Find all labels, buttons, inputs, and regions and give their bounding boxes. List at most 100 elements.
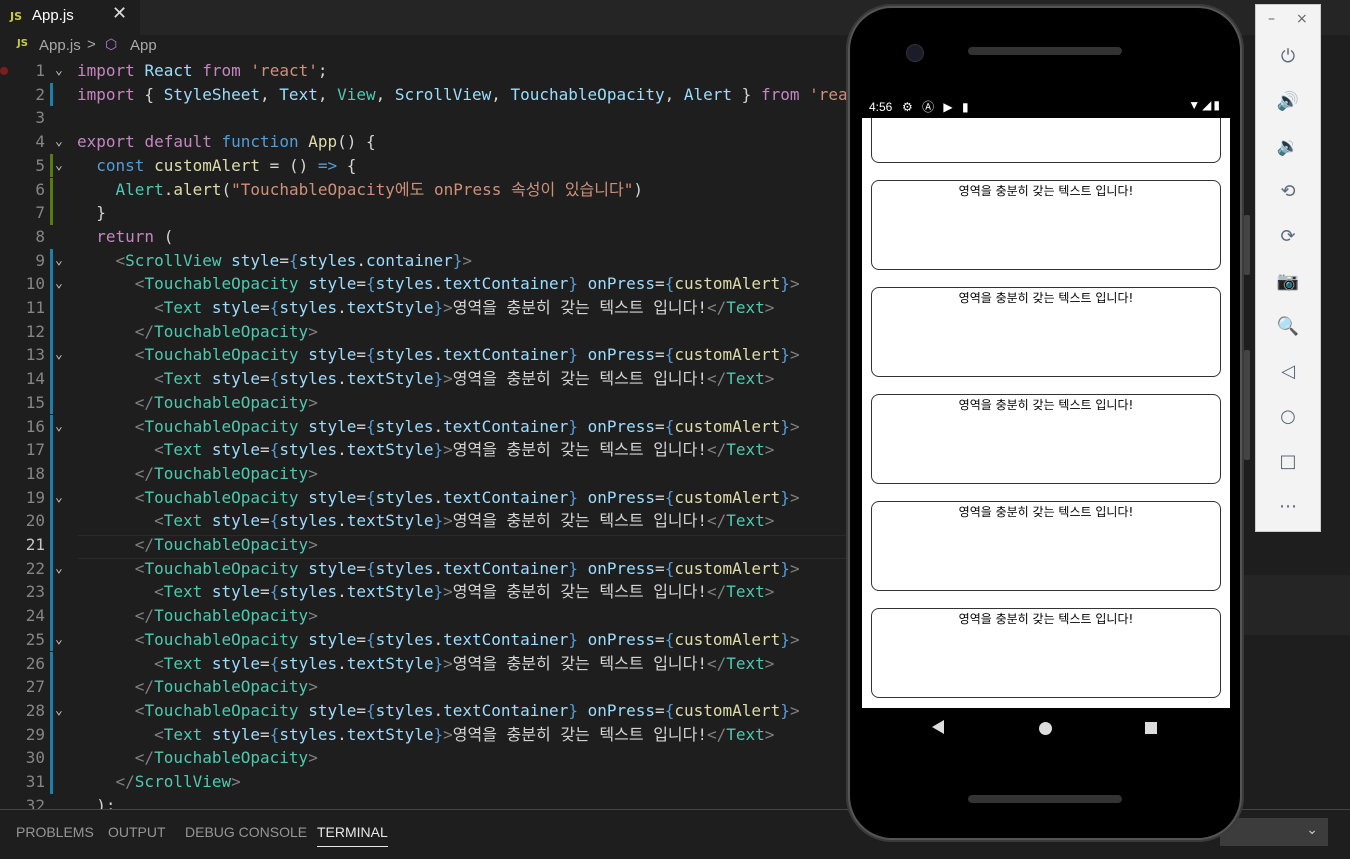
code-text: <TouchableOpacity style={styles.textCont… bbox=[134, 345, 800, 365]
line-number: 19 bbox=[25, 487, 45, 507]
line-number: 20 bbox=[25, 511, 45, 531]
tab-debug-console[interactable]: DEBUG CONSOLE bbox=[185, 824, 307, 840]
code-text: <Text style={styles.textStyle}>영역을 충분히 갖… bbox=[154, 369, 775, 389]
breadcrumb-file[interactable]: App.js bbox=[39, 37, 81, 54]
overview-icon[interactable]: □ bbox=[1276, 450, 1300, 474]
home-icon[interactable]: ○ bbox=[1276, 405, 1300, 429]
fold-chevron-icon[interactable]: ⌄ bbox=[55, 59, 63, 83]
fold-chevron-icon[interactable]: ⌄ bbox=[55, 154, 63, 178]
top-speaker bbox=[968, 47, 1122, 55]
git-gutter-marker bbox=[50, 770, 53, 794]
code-text: <TouchableOpacity style={styles.textCont… bbox=[134, 629, 800, 649]
more-icon[interactable]: ⋯ bbox=[1276, 495, 1300, 519]
code-text: const customAlert = () => { bbox=[96, 155, 357, 175]
emulator-toolbar: – × ⏻ 🔊 🔉 ⟲ ⟳ 📷 🔍 ◁ ○ □ ⋯ bbox=[1255, 4, 1321, 532]
back-icon[interactable] bbox=[932, 720, 944, 734]
code-text: import { StyleSheet, Text, View, ScrollV… bbox=[77, 84, 848, 104]
line-number: 13 bbox=[25, 345, 45, 365]
git-gutter-marker bbox=[50, 722, 53, 747]
volume-down-icon[interactable]: 🔉 bbox=[1276, 135, 1300, 159]
card-text: 영역을 충분히 갖는 텍스트 입니다! bbox=[958, 612, 1134, 626]
code-text: } bbox=[77, 203, 106, 223]
line-number: 6 bbox=[35, 179, 45, 199]
code-text: <Text style={styles.textStyle}>영역을 충분히 갖… bbox=[154, 440, 775, 460]
power-icon[interactable]: ⏻ bbox=[1276, 45, 1300, 69]
app-scroll-view[interactable]: 영역을 충분히 갖는 텍스트 입니다! 영역을 충분히 갖는 텍스트 입니다! … bbox=[862, 118, 1230, 708]
git-gutter-marker bbox=[50, 319, 53, 344]
git-gutter-marker bbox=[50, 343, 53, 368]
git-gutter-marker bbox=[50, 82, 53, 107]
code-text: <ScrollView style={styles.container}> bbox=[115, 250, 473, 270]
side-volume-button bbox=[1244, 215, 1250, 275]
android-status-bar: 4:56 ⚙ Ⓐ ▶ ▮ ▼◢▮ bbox=[862, 96, 1230, 118]
git-gutter-marker bbox=[50, 651, 53, 676]
breadcrumb-symbol[interactable]: App bbox=[130, 37, 157, 54]
tab-terminal[interactable]: TERMINAL bbox=[317, 824, 388, 847]
code-text: import React from 'react'; bbox=[77, 61, 328, 80]
fold-chevron-icon[interactable]: ⌄ bbox=[55, 415, 63, 439]
recents-icon[interactable] bbox=[1145, 722, 1157, 734]
fold-chevron-icon[interactable]: ⌄ bbox=[55, 130, 63, 154]
tab-output[interactable]: OUTPUT bbox=[108, 824, 166, 840]
code-text: </TouchableOpacity> bbox=[134, 606, 318, 626]
code-text: <TouchableOpacity style={styles.textCont… bbox=[134, 487, 800, 507]
fold-chevron-icon[interactable]: ⌄ bbox=[55, 486, 63, 510]
fold-chevron-icon[interactable]: ⌄ bbox=[55, 343, 63, 367]
code-text: export default function App() { bbox=[77, 132, 376, 152]
fold-chevron-icon[interactable]: ⌄ bbox=[55, 557, 63, 581]
signal-battery-icons: ▼◢▮ bbox=[1188, 98, 1222, 112]
git-gutter-marker bbox=[50, 533, 53, 557]
camera-icon[interactable]: 📷 bbox=[1276, 270, 1300, 294]
breakpoint-dot-icon[interactable] bbox=[0, 67, 8, 75]
fold-chevron-icon[interactable]: ⌄ bbox=[55, 249, 63, 273]
git-gutter-marker bbox=[50, 604, 53, 628]
line-number: 9 bbox=[35, 250, 45, 270]
line-number: 5 bbox=[35, 155, 45, 175]
close-icon[interactable]: × bbox=[1296, 11, 1308, 27]
touchable-card[interactable]: 영역을 충분히 갖는 텍스트 입니다! bbox=[871, 501, 1221, 591]
editor-overview-ruler bbox=[1240, 575, 1350, 635]
chevron-right-icon: > bbox=[87, 36, 96, 53]
code-text: </TouchableOpacity> bbox=[134, 677, 318, 697]
rotate-left-icon[interactable]: ⟲ bbox=[1276, 180, 1300, 204]
line-number: 30 bbox=[25, 748, 45, 768]
card-text: 영역을 충분히 갖는 텍스트 입니다! bbox=[958, 505, 1134, 519]
close-icon[interactable]: ✕ bbox=[112, 3, 127, 24]
line-number: 16 bbox=[25, 416, 45, 436]
card-text: 영역을 충분히 갖는 텍스트 입니다! bbox=[958, 184, 1134, 198]
tab-problems[interactable]: PROBLEMS bbox=[16, 824, 94, 840]
terminal-select-dropdown[interactable]: ⌄ bbox=[1220, 818, 1328, 846]
volume-up-icon[interactable]: 🔊 bbox=[1276, 90, 1300, 114]
git-gutter-marker bbox=[50, 746, 53, 770]
touchable-card[interactable]: 영역을 충분히 갖는 텍스트 입니다! bbox=[871, 608, 1221, 698]
git-gutter-marker bbox=[50, 272, 53, 296]
git-gutter-marker bbox=[50, 248, 53, 273]
notification-icons: ⚙ Ⓐ ▶ ▮ bbox=[902, 100, 972, 114]
touchable-card[interactable]: 영역을 충분히 갖는 텍스트 입니다! bbox=[871, 394, 1221, 484]
git-gutter-marker bbox=[50, 177, 53, 202]
fold-chevron-icon[interactable]: ⌄ bbox=[55, 628, 63, 652]
fold-chevron-icon[interactable]: ⌄ bbox=[55, 699, 63, 723]
android-nav-bar bbox=[862, 708, 1230, 750]
fold-chevron-icon[interactable]: ⌄ bbox=[55, 272, 63, 296]
javascript-file-icon: JS bbox=[10, 10, 23, 23]
line-number: 23 bbox=[25, 582, 45, 602]
line-number: 15 bbox=[25, 392, 45, 412]
side-power-button bbox=[1244, 350, 1250, 460]
home-icon[interactable] bbox=[1039, 722, 1052, 735]
symbol-cube-icon: ⬡ bbox=[105, 36, 118, 52]
minimize-icon[interactable]: – bbox=[1268, 11, 1275, 27]
back-icon[interactable]: ◁ bbox=[1276, 360, 1300, 384]
git-gutter-marker bbox=[50, 153, 53, 178]
code-text: <Text style={styles.textStyle}>영역을 충분히 갖… bbox=[154, 653, 775, 673]
rotate-right-icon[interactable]: ⟳ bbox=[1276, 225, 1300, 249]
touchable-card-partial[interactable] bbox=[871, 118, 1221, 163]
tab-app-js[interactable]: JS App.js ✕ bbox=[0, 0, 140, 35]
git-gutter-marker bbox=[50, 698, 53, 723]
zoom-icon[interactable]: 🔍 bbox=[1276, 315, 1300, 339]
line-number: 10 bbox=[25, 274, 45, 294]
code-text: <TouchableOpacity style={styles.textCont… bbox=[134, 700, 800, 720]
line-number: 32 bbox=[25, 795, 45, 809]
touchable-card[interactable]: 영역을 충분히 갖는 텍스트 입니다! bbox=[871, 180, 1221, 270]
touchable-card[interactable]: 영역을 충분히 갖는 텍스트 입니다! bbox=[871, 287, 1221, 377]
